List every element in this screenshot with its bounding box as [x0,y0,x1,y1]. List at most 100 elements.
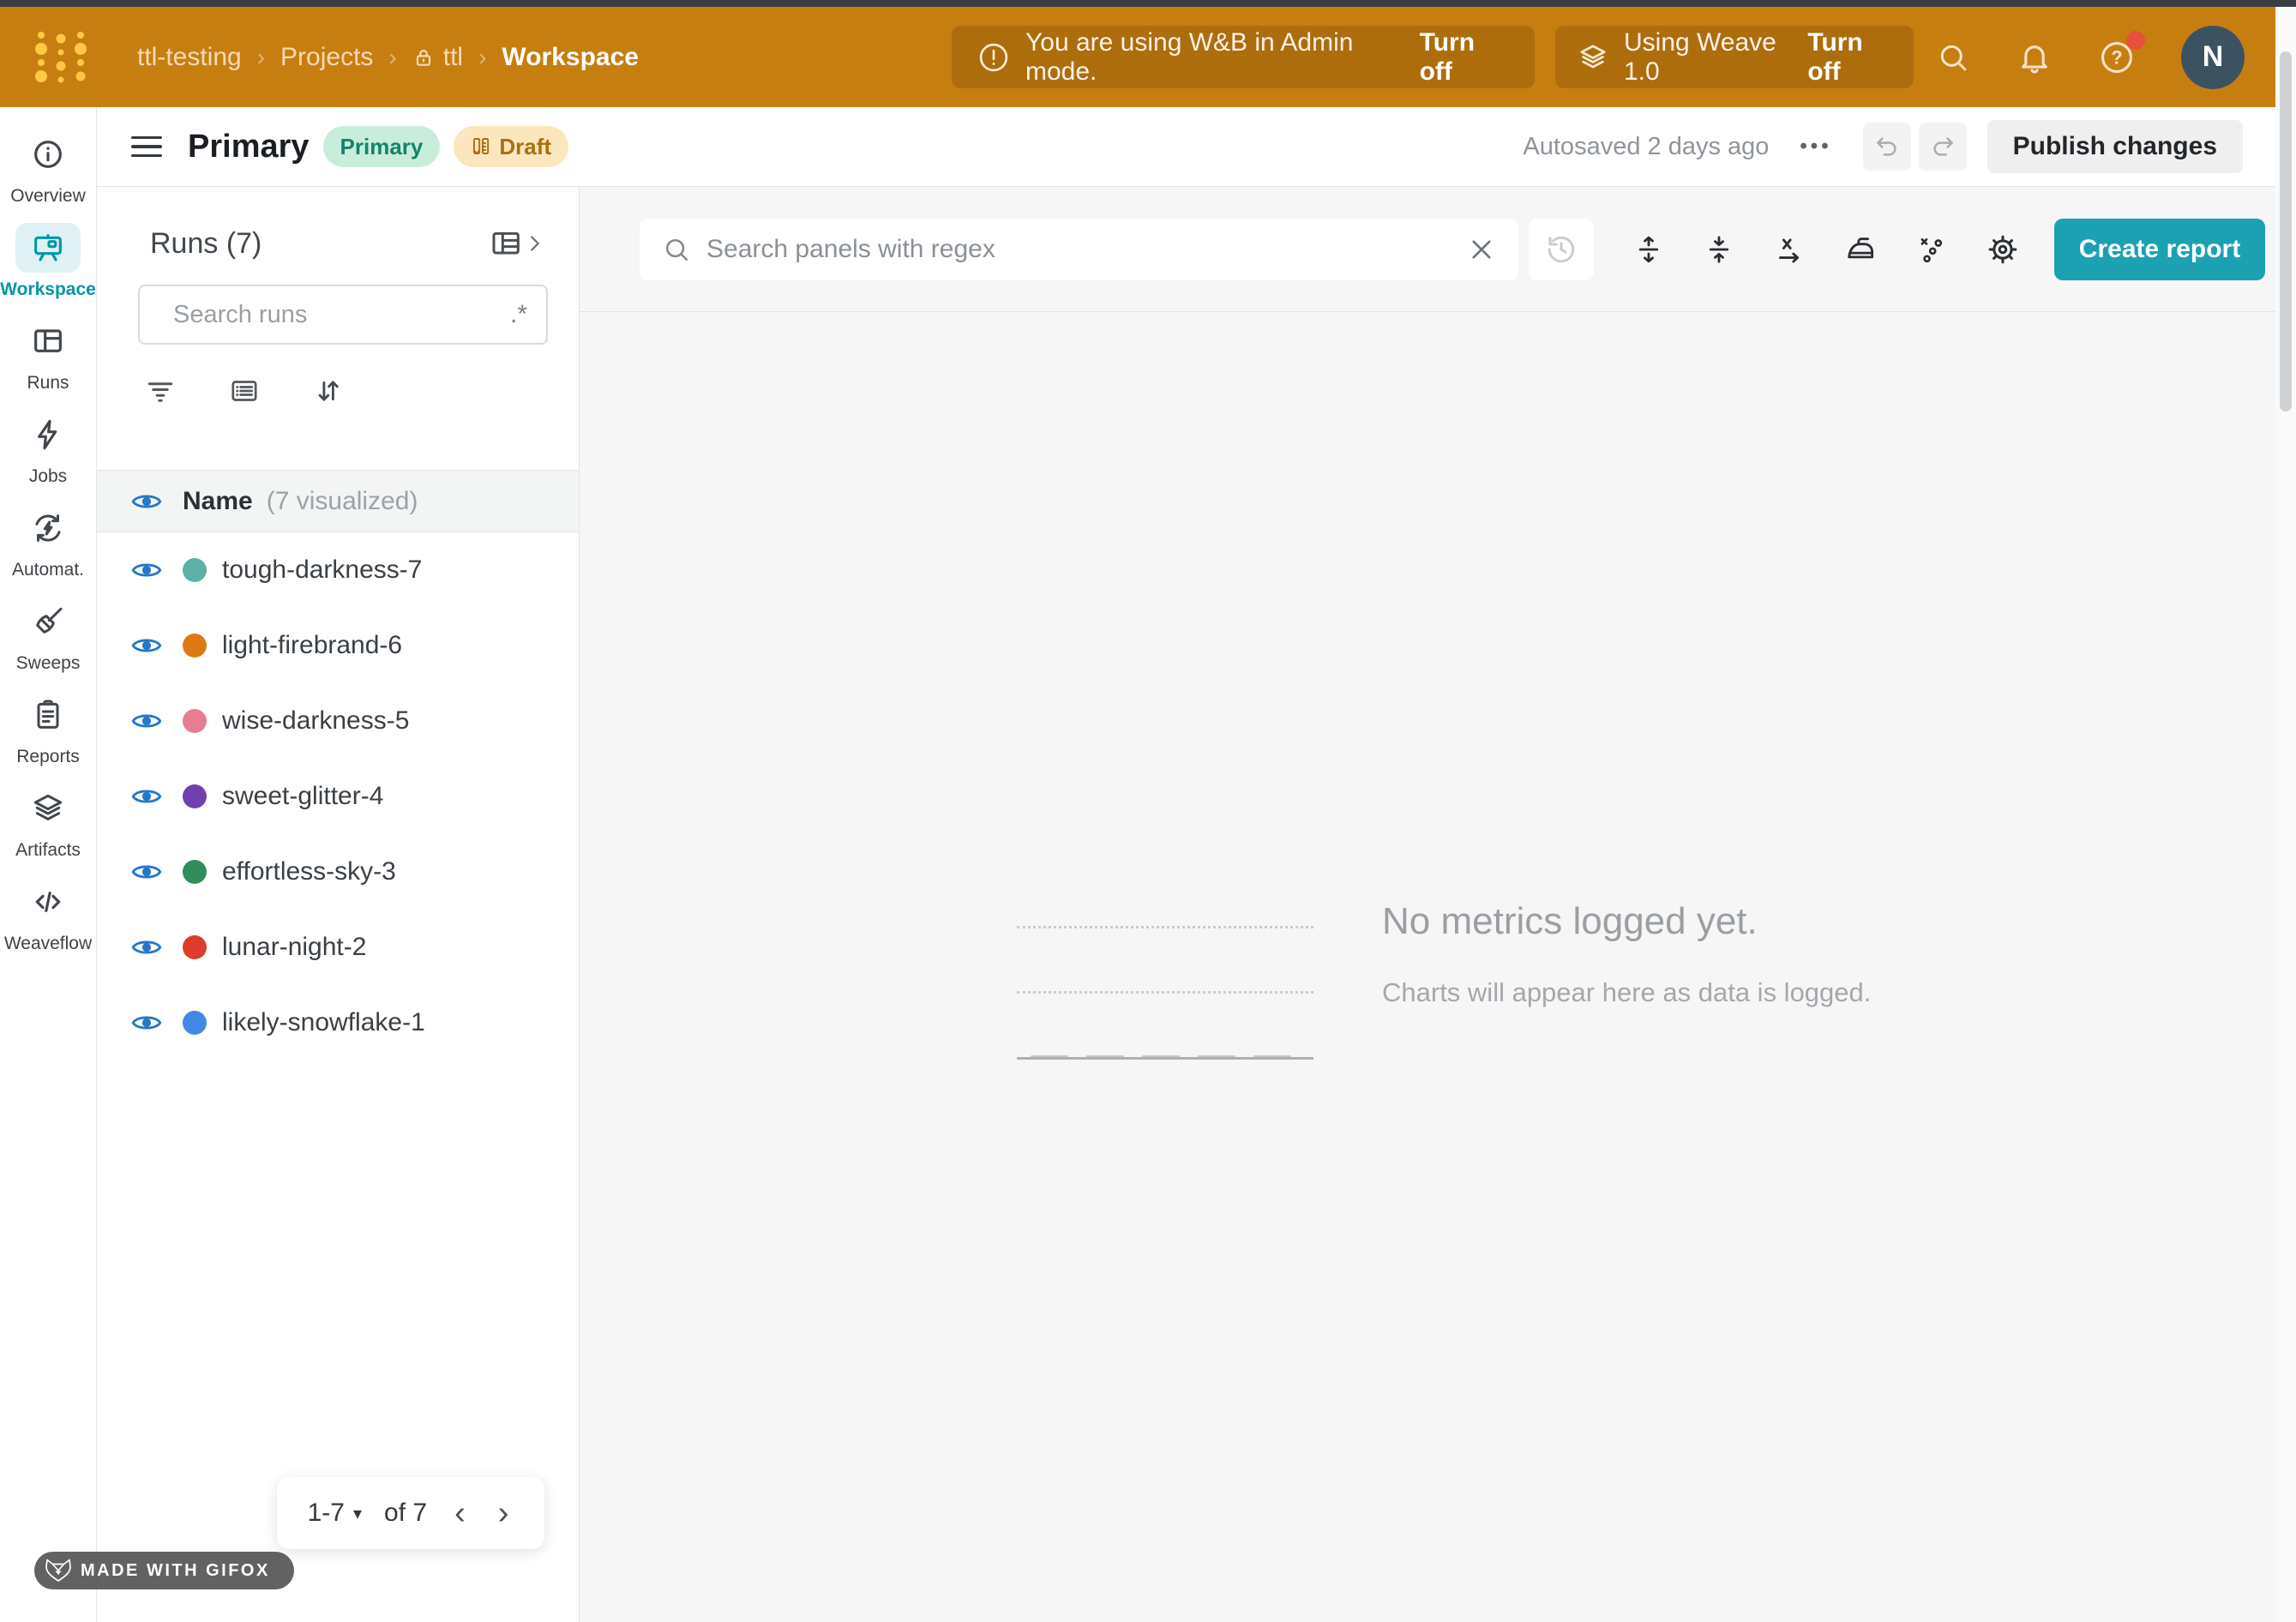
redo-icon [1930,134,1956,159]
sidebar-item-label: Weaveflow [4,934,92,954]
run-name[interactable]: tough-darkness-7 [222,556,422,585]
run-row[interactable]: sweet-glitter-4 [97,759,579,834]
next-page-button[interactable]: › [493,1497,514,1529]
weave-layers-icon [1578,42,1608,73]
run-row[interactable]: likely-snowflake-1 [97,985,579,1060]
admin-turn-off-button[interactable]: Turn off [1420,28,1509,87]
filter-icon[interactable] [145,375,176,406]
eye-icon[interactable] [131,1012,162,1034]
wandb-logo-icon[interactable] [34,28,87,87]
empty-state-chart-illustration [1017,857,1319,1060]
search-icon[interactable] [1936,40,1970,75]
run-color-dot [183,860,207,884]
run-color-dot [183,935,207,959]
page-range-dropdown[interactable]: 1-7 ▾ [308,1499,362,1528]
sidebar-item-icon [15,410,81,460]
collapse-panels-icon[interactable] [1704,234,1734,265]
menu-icon[interactable] [131,136,162,158]
draft-badge-label: Draft [499,134,551,160]
run-row[interactable]: wise-darkness-5 [97,683,579,759]
eye-icon[interactable] [131,710,162,732]
run-name[interactable]: wise-darkness-5 [222,706,409,736]
eye-icon[interactable] [131,861,162,883]
sidebar-item-label: Overview [10,186,86,207]
scrollbar-thumb[interactable] [2280,51,2292,412]
eye-icon[interactable] [131,785,162,808]
run-name[interactable]: likely-snowflake-1 [222,1008,425,1037]
sort-icon[interactable] [313,375,344,406]
sidebar-item[interactable]: Overview [0,129,96,207]
breadcrumb-item[interactable]: ttl-testing › [137,43,280,72]
breadcrumb-label[interactable]: ttl [443,43,463,72]
settings-gear-icon[interactable] [1986,233,2019,266]
run-row[interactable]: tough-darkness-7 [97,532,579,608]
run-row[interactable]: lunar-night-2 [97,910,579,985]
draft-pencil-icon [471,136,491,157]
run-name[interactable]: light-firebrand-6 [222,631,402,660]
breadcrumb-label[interactable]: Workspace [502,43,639,72]
breadcrumb-item[interactable]: Projects › [280,43,412,72]
gifox-watermark: MADE WITH GIFOX [34,1552,294,1589]
runs-column-name[interactable]: Name [183,487,253,516]
breadcrumb-item[interactable]: ttl › [412,43,502,72]
breadcrumb-label[interactable]: Projects [280,43,373,72]
expand-runs-table-button[interactable] [490,226,544,261]
page-scrollbar[interactable] [2275,7,2296,1622]
sidebar-item-label: Sweeps [16,653,81,674]
x-axis-settings-icon[interactable] [1774,234,1805,265]
workspace-header: Primary Primary Draft Autosaved 2 days a… [97,107,2296,187]
avatar[interactable]: N [2181,26,2245,89]
gifox-label: MADE WITH GIFOX [81,1561,270,1581]
sidebar-item[interactable]: Workspace [0,223,96,300]
eye-icon[interactable] [131,490,162,513]
sidebar-item[interactable]: Artifacts [0,784,96,861]
redo-button[interactable] [1919,123,1967,171]
notification-dot [2126,31,2145,50]
group-list-icon[interactable] [229,375,260,406]
publish-changes-button[interactable]: Publish changes [1987,120,2243,173]
outliers-scatter-icon[interactable] [1916,234,1947,265]
help-icon[interactable]: ? [2099,39,2135,75]
eye-icon[interactable] [131,634,162,657]
panel-search-input[interactable] [706,235,1452,264]
undo-button[interactable] [1863,123,1911,171]
regex-toggle-icon[interactable]: .* [510,300,527,329]
run-row[interactable]: light-firebrand-6 [97,608,579,683]
history-clock-icon [1545,233,1578,266]
page-title: Primary [188,129,310,165]
sidebar-item-icon [15,316,81,366]
sidebar-item-label: Jobs [29,466,67,487]
more-options-icon[interactable]: ••• [1800,135,1831,159]
page-total: of 7 [384,1499,427,1528]
clear-search-icon[interactable] [1467,235,1496,264]
sidebar-item[interactable]: Jobs [0,410,96,487]
create-report-button[interactable]: Create report [2054,219,2265,280]
sidebar-item[interactable]: Automat. [0,503,96,580]
breadcrumb-item[interactable]: Workspace [502,43,670,72]
run-row[interactable]: effortless-sky-3 [97,834,579,910]
empty-state-subtitle: Charts will appear here as data is logge… [1382,977,1871,1008]
prev-page-button[interactable]: ‹ [449,1497,471,1529]
autosaved-status: Autosaved 2 days ago [1523,133,1769,161]
sidebar-item[interactable]: Weaveflow [0,877,96,954]
breadcrumb-label[interactable]: ttl-testing [137,43,242,72]
panel-history-button[interactable] [1529,219,1594,280]
run-name[interactable]: sweet-glitter-4 [222,782,383,811]
eye-icon[interactable] [131,936,162,958]
run-name[interactable]: lunar-night-2 [222,933,366,962]
caret-down-icon: ▾ [353,1503,362,1524]
run-name[interactable]: effortless-sky-3 [222,857,396,886]
sidebar-item[interactable]: Sweeps [0,597,96,674]
sidebar-item[interactable]: Reports [0,690,96,767]
run-color-dot [183,634,207,658]
bell-icon[interactable] [2017,39,2053,75]
breadcrumb-separator: › [478,44,486,71]
panels-toolbar: Create report [580,187,2296,312]
smoothing-iron-icon[interactable] [1844,233,1877,266]
sidebar-item[interactable]: Runs [0,316,96,393]
eye-icon[interactable] [131,559,162,581]
expand-panels-icon[interactable] [1633,234,1664,265]
runs-search-input[interactable] [173,301,496,329]
weave-turn-off-button[interactable]: Turn off [1807,28,1891,87]
primary-badge: Primary [323,126,441,167]
